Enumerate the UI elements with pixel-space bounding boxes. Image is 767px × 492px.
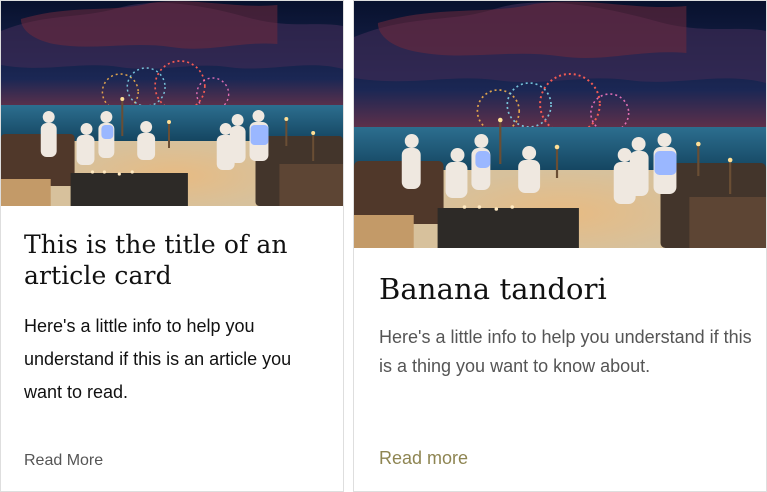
article-card[interactable]: This is the title of an article card Her… <box>0 0 344 492</box>
read-more-link[interactable]: Read more <box>379 447 468 469</box>
beach-fireworks-image <box>1 1 343 206</box>
card-image[interactable] <box>354 1 766 248</box>
read-more-link[interactable]: Read More <box>24 451 103 471</box>
beach-fireworks-image <box>354 1 766 248</box>
card-image[interactable] <box>1 1 343 206</box>
card-title: This is the title of an article card <box>24 230 288 290</box>
article-card[interactable]: Banana tandori Here's a little info to h… <box>353 0 767 492</box>
card-description: Here's a little info to help you underst… <box>379 327 752 376</box>
card-title: Banana tandori <box>379 272 607 306</box>
card-description: Here's a little info to help you underst… <box>24 316 292 402</box>
